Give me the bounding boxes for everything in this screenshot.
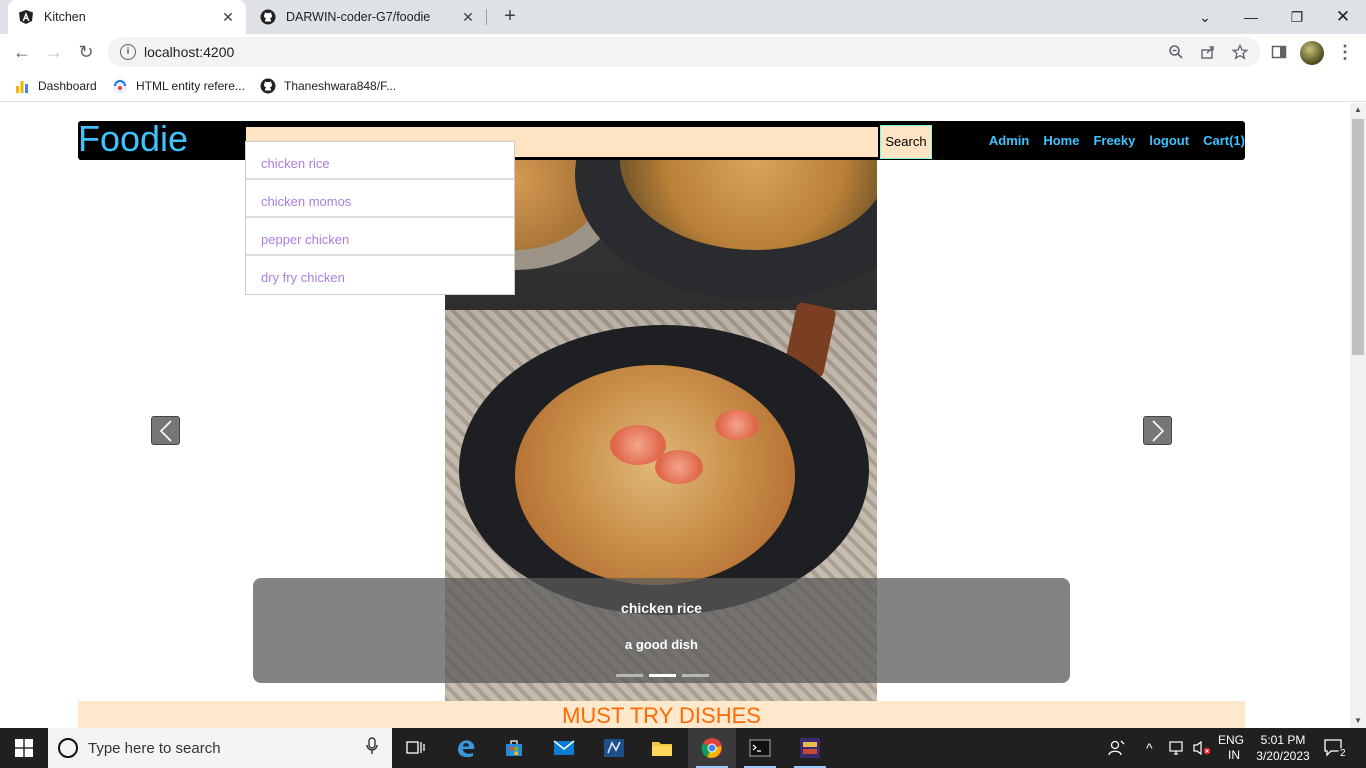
taskbar-search[interactable]: Type here to search [48,728,392,768]
minimize-button[interactable]: — [1228,0,1274,34]
carousel-indicator-active[interactable] [649,674,676,677]
bookmark-github-thaneshwara[interactable]: Thaneshwara848/F... [260,76,396,96]
nav-cart[interactable]: Cart(1) [1203,133,1245,148]
address-bar[interactable]: i localhost:4200 [108,37,1260,67]
page-viewport: Foodie Search Admin Home Freeky logout C… [0,103,1350,728]
reload-button[interactable]: ↻ [72,38,100,66]
nav-home[interactable]: Home [1043,133,1079,148]
github-icon [260,9,276,25]
dashboard-icon [14,78,30,94]
bookmark-html-entity[interactable]: HTML entity refere... [112,76,245,96]
mail-icon[interactable] [540,728,588,768]
nav-links: Admin Home Freeky logout Cart(1) [975,121,1245,160]
nav-logout[interactable]: logout [1149,133,1189,148]
tab-separator [486,9,487,25]
search-button[interactable]: Search [880,125,932,159]
network-icon[interactable] [1168,728,1186,768]
share-icon[interactable] [1198,42,1218,62]
cortana-icon [58,738,78,758]
language-indicator[interactable]: ENG IN [1218,728,1244,768]
carousel-prev-button[interactable] [151,416,180,445]
section-title: MUST TRY DISHES [78,701,1245,728]
tray-chevron-up-icon[interactable]: ^ [1146,728,1153,768]
search-suggestions: chicken rice chicken momos pepper chicke… [245,141,515,295]
store-icon[interactable] [490,728,538,768]
bookmark-label: Dashboard [38,79,97,93]
tab-kitchen[interactable]: Kitchen ✕ [8,0,246,34]
notification-count: 2 [1338,747,1348,759]
notifications-icon[interactable]: 2 [1324,728,1348,768]
task-view-icon[interactable] [392,728,440,768]
volume-muted-icon[interactable] [1192,728,1212,768]
brand-logo[interactable]: Foodie [78,118,188,160]
scroll-down-icon[interactable]: ▼ [1350,714,1366,728]
menu-kebab-icon[interactable]: ⋮ [1334,41,1356,63]
scroll-thumb[interactable] [1352,119,1364,355]
profile-avatar[interactable] [1300,41,1324,65]
scroll-up-icon[interactable]: ▲ [1350,103,1366,117]
zoom-icon[interactable] [1166,42,1186,62]
chevron-left-icon [159,419,172,442]
carousel-indicator[interactable] [682,674,709,677]
carousel-indicators [616,674,709,677]
chrome-icon[interactable] [688,728,736,768]
nav-admin[interactable]: Admin [989,133,1029,148]
site-info-icon[interactable]: i [120,44,136,60]
region-code: IN [1228,748,1240,762]
bookmark-label: HTML entity refere... [136,79,245,93]
taskbar-search-placeholder: Type here to search [88,739,221,757]
windows-taskbar: Type here to search ^ ENG IN 5:01 PM 3/2… [0,728,1366,768]
url-text: localhost:4200 [144,44,235,60]
terminal-icon[interactable] [736,728,784,768]
close-tab-icon[interactable]: ✕ [220,9,236,25]
language-code: ENG [1218,733,1245,747]
suggestion-item[interactable]: chicken rice [246,142,514,180]
html-entity-icon [112,78,128,94]
clock-date: 3/20/2023 [1256,749,1310,763]
carousel-next-button[interactable] [1143,416,1172,445]
back-button[interactable]: ← [8,38,36,66]
game-app-icon[interactable] [786,728,834,768]
carousel-indicator[interactable] [616,674,643,677]
clock[interactable]: 5:01 PM 3/20/2023 [1255,728,1311,768]
people-icon[interactable] [1108,728,1126,768]
suggestion-item[interactable]: dry fry chicken [246,256,514,294]
clock-time: 5:01 PM [1260,733,1306,747]
microphone-icon[interactable] [366,736,378,760]
tab-title: DARWIN-coder-G7/foodie [286,10,431,24]
tab-title: Kitchen [44,10,86,24]
bookmark-star-icon[interactable] [1230,42,1250,62]
ssms-icon[interactable] [590,728,638,768]
close-window-button[interactable]: ✕ [1320,0,1366,34]
restore-button[interactable]: ❐ [1274,0,1320,34]
caption-subtitle: a good dish [625,637,698,652]
bookmark-label: Thaneshwara848/F... [284,79,397,93]
carousel-caption: chicken rice a good dish [253,578,1070,683]
tab-github-foodie[interactable]: DARWIN-coder-G7/foodie ✕ [250,0,486,34]
nav-freeky[interactable]: Freeky [1093,133,1135,148]
angular-icon [18,9,34,25]
caption-title: chicken rice [621,600,702,616]
github-icon [260,78,276,94]
tab-strip: Kitchen ✕ DARWIN-coder-G7/foodie ✕ + ⌄ —… [0,0,1366,34]
windows-start-icon[interactable] [0,728,48,768]
browser-toolbar: ← → ↻ i localhost:4200 ⋮ [0,34,1366,70]
bookmark-dashboard[interactable]: Dashboard [14,76,97,96]
suggestion-item[interactable]: pepper chicken [246,218,514,256]
page-scrollbar[interactable]: ▲ ▼ [1350,103,1366,728]
file-explorer-icon[interactable] [638,728,686,768]
tab-search-chevron-icon[interactable]: ⌄ [1182,0,1228,34]
new-tab-button[interactable]: + [498,5,522,29]
close-tab-icon[interactable]: ✕ [460,9,476,25]
bookmarks-bar: Dashboard HTML entity refere... Thaneshw… [0,70,1366,102]
forward-button[interactable]: → [40,38,68,66]
chevron-right-icon [1151,419,1164,442]
suggestion-item[interactable]: chicken momos [246,180,514,218]
side-panel-icon[interactable] [1268,41,1290,63]
edge-icon[interactable] [442,728,490,768]
